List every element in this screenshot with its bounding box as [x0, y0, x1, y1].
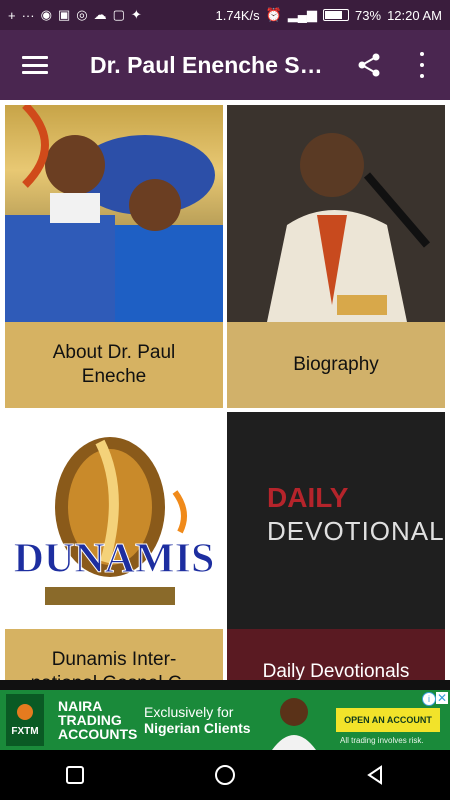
status-system-info: 1.74K/s ⏰ ▂▄▆ 73% 12:20 AM — [216, 7, 442, 23]
network-speed: 1.74K/s — [215, 7, 260, 23]
recents-icon — [66, 766, 84, 784]
share-icon[interactable] — [356, 52, 382, 78]
ad-risk-disclaimer: All trading involves risk. — [340, 736, 424, 745]
fxtm-logo-icon — [17, 703, 33, 720]
tile-biography[interactable]: Biography — [227, 105, 445, 408]
status-bar: + ··· ◉ ▣ ◎ ☁ ▢ ✦ 1.74K/s ⏰ ▂▄▆ 73% 12:2… — [0, 0, 450, 30]
plus-icon: + — [8, 7, 16, 23]
open-account-button[interactable]: OPEN AN ACCOUNT — [336, 708, 440, 732]
whatsapp-icon: ◎ — [76, 7, 88, 22]
tile-about-label: About Dr. Paul Eneche — [5, 322, 223, 408]
devotional-image: DAILY DEVOTIONAL — [227, 412, 445, 629]
tile-daily-devotionals-label: Daily Devotionals — [227, 629, 445, 680]
ad-info-icon[interactable]: i — [422, 692, 436, 706]
clock: 12:20 AM — [387, 7, 442, 23]
twitter-icon: ✦ — [130, 7, 142, 22]
dunamis-image: DUNAMIS — [5, 412, 223, 629]
ad-person-image — [264, 690, 324, 750]
home-button[interactable] — [205, 755, 245, 795]
app-bar: Dr. Paul Enenche Se... — [0, 30, 450, 100]
back-icon — [367, 765, 382, 785]
ad-close-icon[interactable]: ✕ — [436, 691, 448, 705]
status-notification-icons: + ··· ◉ ▣ ◎ ☁ ▢ ✦ — [8, 7, 142, 23]
photo-icon: ▣ — [57, 7, 71, 22]
battery-icon — [323, 9, 350, 21]
hamburger-menu-icon[interactable] — [22, 56, 48, 74]
battery-percent: 73% — [355, 7, 382, 23]
messenger-icon: ◉ — [40, 7, 52, 22]
about-image — [5, 105, 223, 322]
content-grid: About Dr. Paul Eneche Biography DUNAMIS — [0, 100, 450, 680]
fxtm-logo: FXTM — [6, 694, 44, 746]
system-nav-bar — [0, 750, 450, 800]
overflow-menu-icon[interactable] — [418, 52, 426, 78]
instagram-icon: ▢ — [112, 7, 125, 22]
more-dots-icon: ··· — [21, 7, 35, 23]
daily-text: DAILY — [267, 482, 349, 513]
tile-dunamis[interactable]: DUNAMIS Dunamis Inter-national Gospel C.… — [5, 412, 223, 680]
devotional-text: DEVOTIONAL — [267, 516, 445, 546]
ad-copy: Exclusively for Nigerian Clients — [144, 704, 251, 736]
dunamis-logo-text: DUNAMIS — [14, 536, 215, 582]
cloud-icon: ☁ — [93, 7, 107, 22]
alarm-icon: ⏰ — [265, 7, 282, 22]
biography-image — [227, 105, 445, 322]
tile-dunamis-label: Dunamis Inter-national Gospel C... — [5, 629, 223, 680]
tile-daily-devotionals[interactable]: DAILY DEVOTIONAL Daily Devotionals — [227, 412, 445, 680]
ad-headline: NAIRA TRADING ACCOUNTS — [58, 698, 138, 742]
home-icon — [215, 765, 235, 785]
tile-biography-label: Biography — [227, 322, 445, 408]
app-title: Dr. Paul Enenche Se... — [90, 51, 330, 78]
recents-button[interactable] — [55, 755, 95, 795]
tile-about[interactable]: About Dr. Paul Eneche — [5, 105, 223, 408]
back-button[interactable] — [355, 755, 395, 795]
signal-icon: ▂▄▆ — [287, 7, 318, 22]
